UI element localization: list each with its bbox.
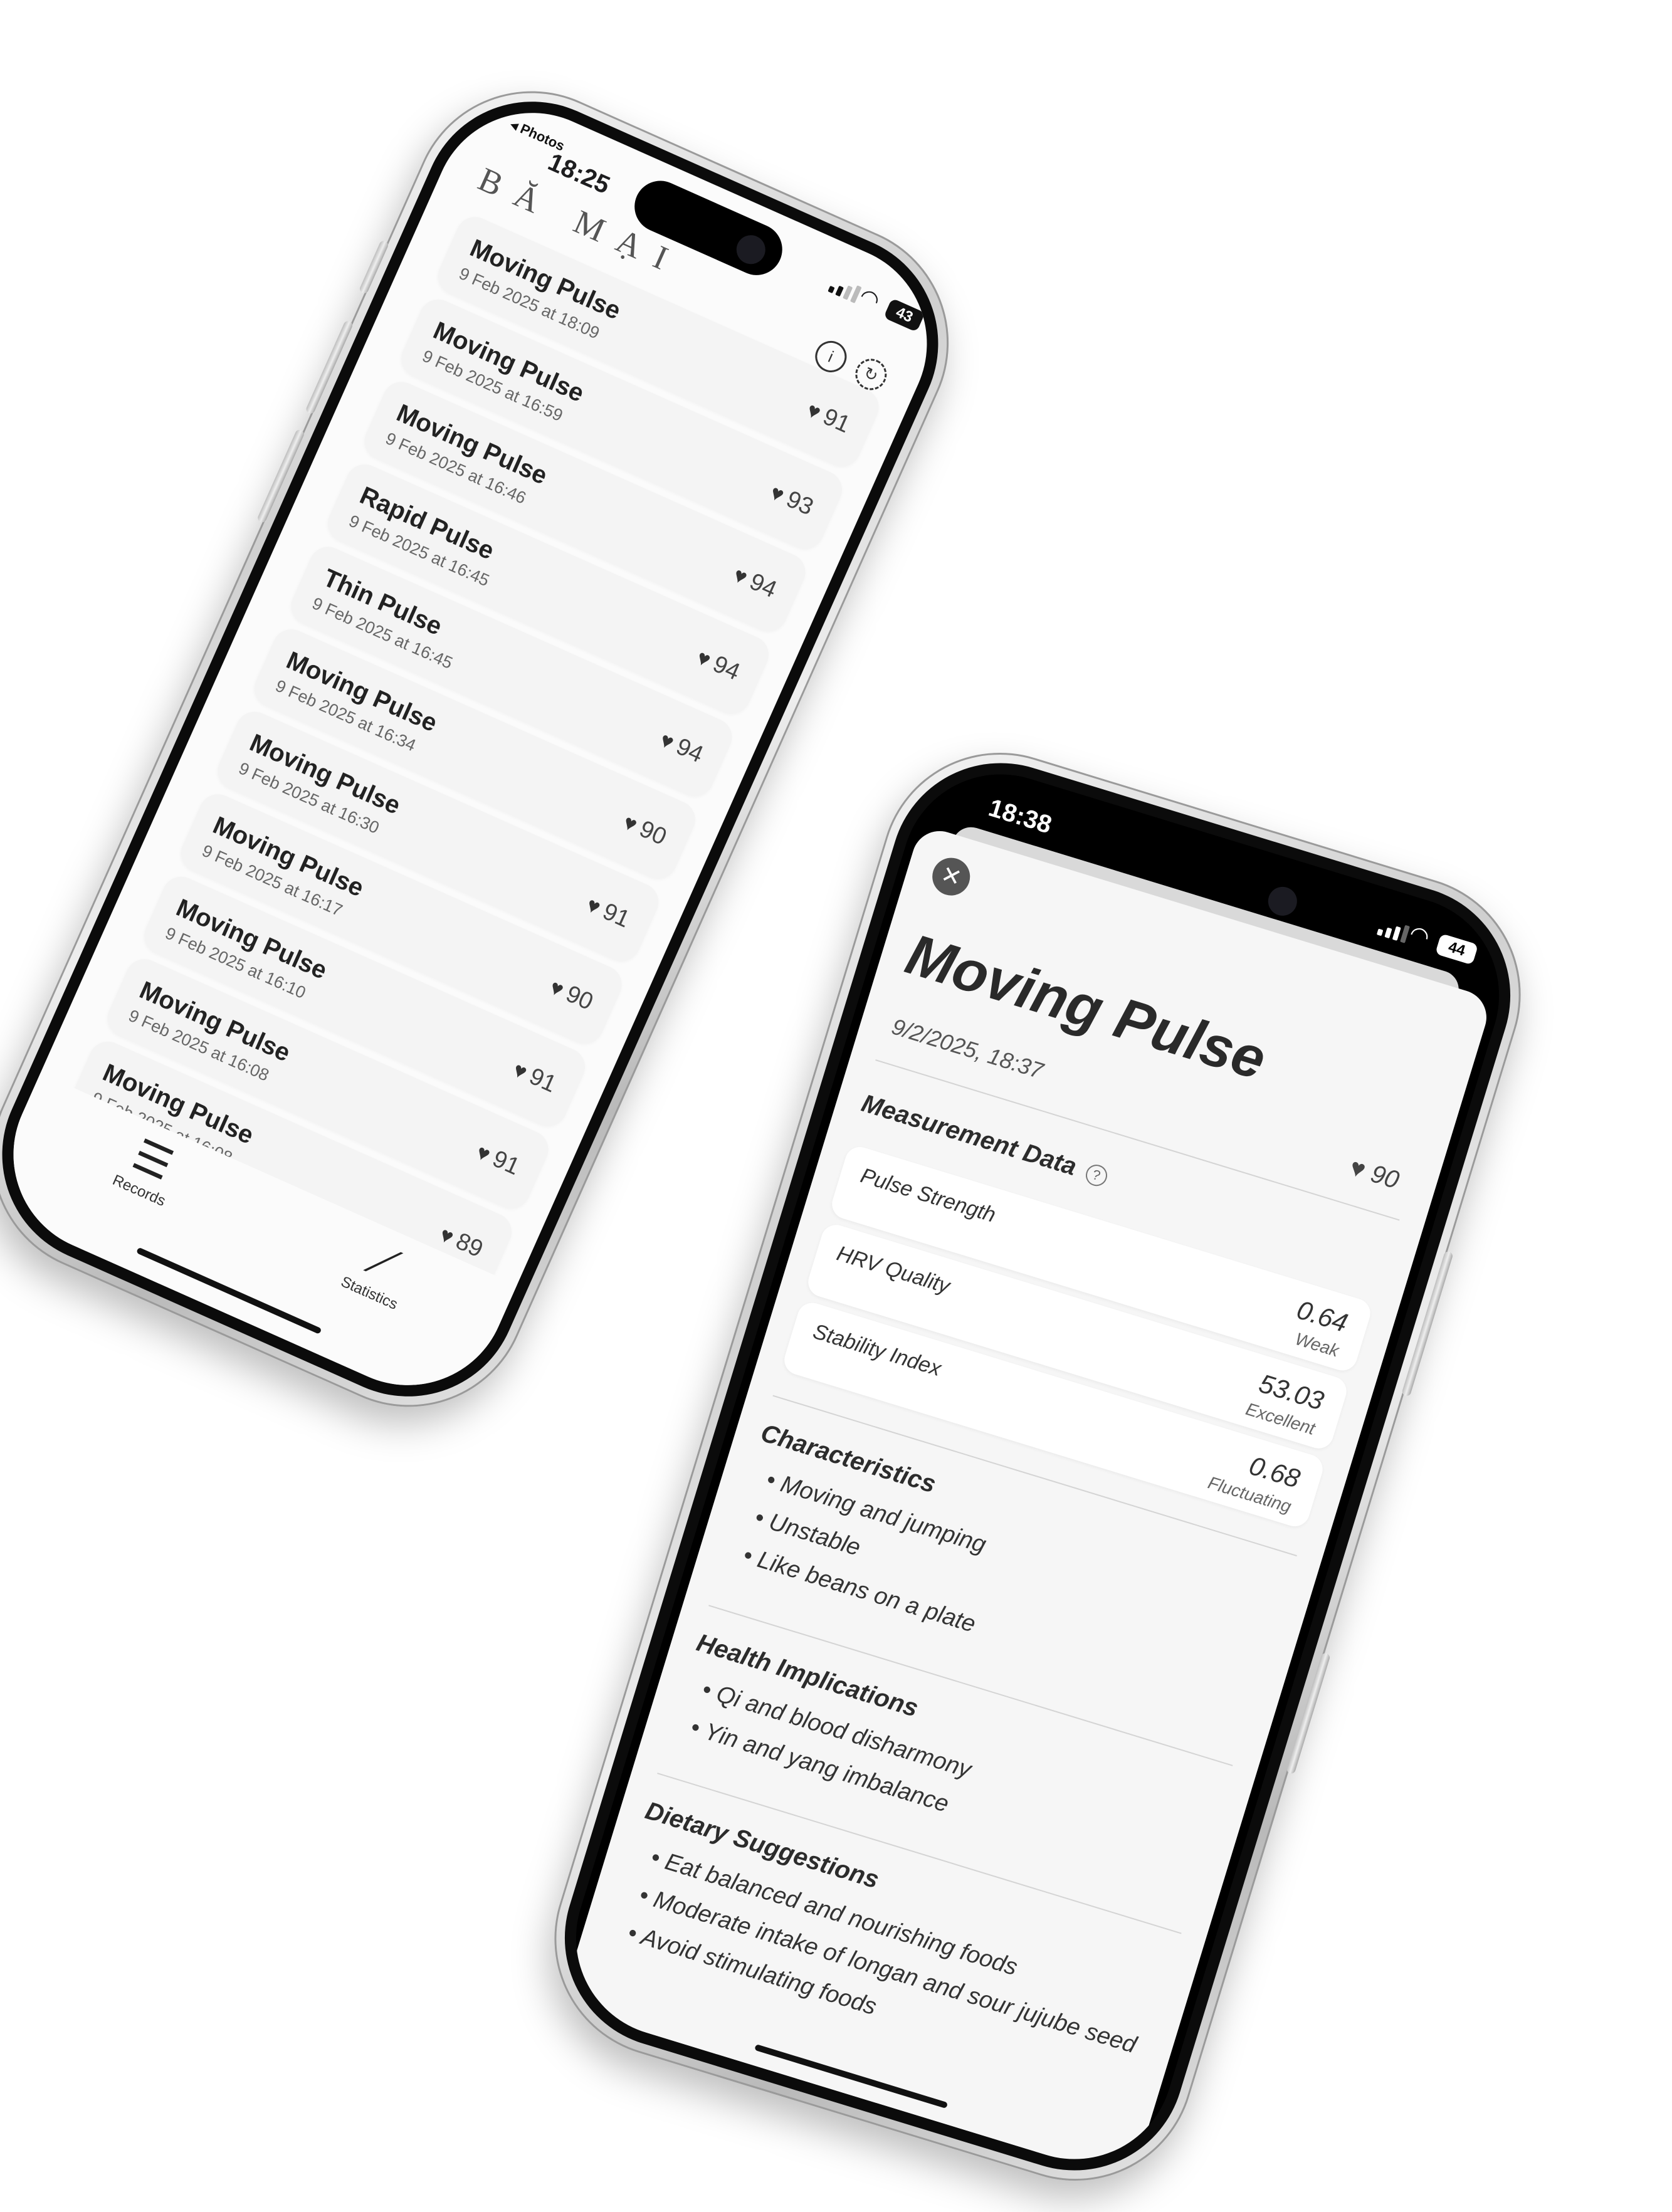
record-bpm-value: 90 <box>562 980 597 1016</box>
record-bpm: ♥94 <box>693 644 744 686</box>
close-button[interactable]: ✕ <box>927 853 975 901</box>
metric-label: Stability Index <box>810 1319 944 1381</box>
help-icon[interactable]: ? <box>1083 1162 1110 1189</box>
record-bpm-value: 94 <box>672 733 707 768</box>
metric-label: HRV Quality <box>834 1241 953 1299</box>
record-bpm-value: 94 <box>745 568 781 604</box>
front-camera <box>732 230 770 269</box>
heart-icon: ♥ <box>1347 1153 1369 1185</box>
record-bpm-value: 91 <box>599 898 634 933</box>
record-bpm-value: 93 <box>782 486 818 521</box>
record-bpm: ♥91 <box>472 1138 523 1181</box>
record-bpm-value: 91 <box>525 1063 560 1098</box>
battery-icon: 44 <box>1434 933 1479 965</box>
battery-icon: 43 <box>883 298 925 333</box>
cellular-signal-icon <box>828 274 862 303</box>
heart-rate: ♥ 90 <box>1347 1153 1402 1195</box>
record-bpm: ♥94 <box>656 726 707 768</box>
record-bpm-value: 90 <box>635 815 671 851</box>
record-bpm: ♥93 <box>766 479 818 522</box>
record-bpm: ♥94 <box>729 561 781 604</box>
record-bpm: ♥90 <box>545 973 597 1016</box>
pulse-title: Moving Pulse <box>898 922 1273 1093</box>
record-bpm: ♥91 <box>802 396 854 439</box>
record-bpm: ♥91 <box>582 891 634 933</box>
record-bpm: ♥91 <box>509 1056 560 1099</box>
health-list: Qi and blood disharmonyYin and yang imba… <box>683 1676 974 1833</box>
characteristics-list: Moving and jumpingUnstableLike beans on … <box>736 1467 1002 1650</box>
record-bpm: ♥90 <box>619 809 670 851</box>
record-timestamp: 9/2/2025, 18:37 <box>888 1013 1046 1084</box>
status-time: 18:38 <box>985 794 1055 839</box>
record-bpm-value: 91 <box>488 1145 524 1181</box>
wifi-icon: ◠ <box>1406 920 1433 950</box>
back-to-photos-link[interactable]: ◂ Photos <box>508 116 567 154</box>
record-bpm-value: 89 <box>451 1228 487 1263</box>
metric-label: Pulse Strength <box>858 1163 999 1227</box>
record-bpm-value: 94 <box>708 651 744 686</box>
heart-rate-value: 90 <box>1367 1160 1402 1195</box>
cellular-signal-icon <box>1376 916 1411 943</box>
record-bpm-value: 91 <box>819 403 854 439</box>
front-camera <box>1265 883 1301 920</box>
